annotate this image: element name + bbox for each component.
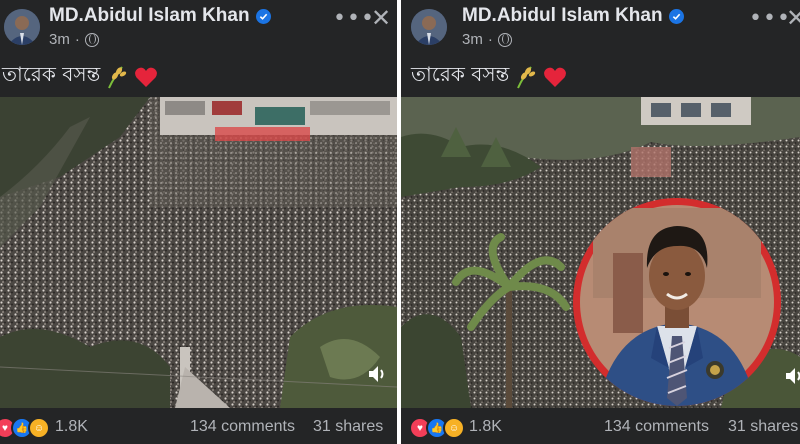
post-meta: 3m ·	[49, 31, 99, 48]
meta-separator: ·	[74, 31, 80, 48]
reaction-count[interactable]: 1.8K	[55, 418, 88, 436]
meta-separator: ·	[487, 31, 493, 48]
speaker-icon[interactable]	[366, 363, 388, 385]
screenshot-collage: MD.Abidul Islam Khan 3m · ••• ✕ তারেক বস…	[0, 0, 800, 444]
post-footer: ♥ 👍 ☺ 1.8K 134 comments 31 shares	[0, 408, 397, 444]
author-name-text[interactable]: MD.Abidul Islam Khan	[462, 5, 663, 27]
care-reaction-icon: ☺	[28, 417, 50, 439]
verified-badge-icon	[668, 8, 684, 24]
post-meta: 3m ·	[462, 31, 512, 48]
author-name[interactable]: MD.Abidul Islam Khan	[49, 5, 271, 27]
rice-sheaf-emoji-icon	[108, 65, 127, 88]
facebook-post-left: MD.Abidul Islam Khan 3m · ••• ✕ তারেক বস…	[0, 0, 397, 444]
author-name[interactable]: MD.Abidul Islam Khan	[462, 5, 684, 27]
post-caption: তারেক বসন্ত	[2, 60, 158, 93]
more-options-icon[interactable]: •••	[749, 6, 791, 31]
comment-count[interactable]: 134 comments	[190, 418, 295, 436]
post-video[interactable]	[0, 97, 397, 408]
verified-badge-icon	[255, 8, 271, 24]
reaction-icons[interactable]: ♥ 👍 ☺	[409, 417, 465, 439]
author-avatar[interactable]	[411, 9, 447, 45]
author-name-text[interactable]: MD.Abidul Islam Khan	[49, 5, 250, 27]
globe-icon	[84, 32, 99, 47]
post-time[interactable]: 3m	[462, 31, 483, 48]
share-count[interactable]: 31 shares	[313, 418, 383, 436]
post-time[interactable]: 3m	[49, 31, 70, 48]
close-icon[interactable]: ✕	[371, 6, 391, 30]
post-caption: তারেক বসন্ত	[411, 60, 567, 93]
care-reaction-icon: ☺	[443, 417, 465, 439]
reaction-icons[interactable]: ♥ 👍 ☺	[0, 417, 50, 439]
globe-icon	[497, 32, 512, 47]
author-avatar[interactable]	[4, 9, 40, 45]
red-heart-emoji-icon	[544, 67, 567, 87]
portrait-inset	[573, 198, 781, 406]
caption-text: তারেক বসন্ত	[2, 62, 101, 86]
post-header: MD.Abidul Islam Khan 3m · ••• ✕	[0, 0, 397, 58]
reaction-count[interactable]: 1.8K	[469, 418, 502, 436]
speaker-icon[interactable]	[783, 365, 800, 387]
rice-sheaf-emoji-icon	[517, 65, 536, 88]
close-icon[interactable]: ✕	[786, 6, 800, 30]
red-heart-emoji-icon	[135, 67, 158, 87]
caption-text: তারেক বসন্ত	[411, 62, 510, 86]
post-header: MD.Abidul Islam Khan 3m · ••• ✕	[401, 0, 800, 58]
comment-count[interactable]: 134 comments	[604, 418, 709, 436]
share-count[interactable]: 31 shares	[728, 418, 798, 436]
more-options-icon[interactable]: •••	[333, 6, 375, 31]
post-footer: ♥ 👍 ☺ 1.8K 134 comments 31 shares	[401, 408, 800, 444]
